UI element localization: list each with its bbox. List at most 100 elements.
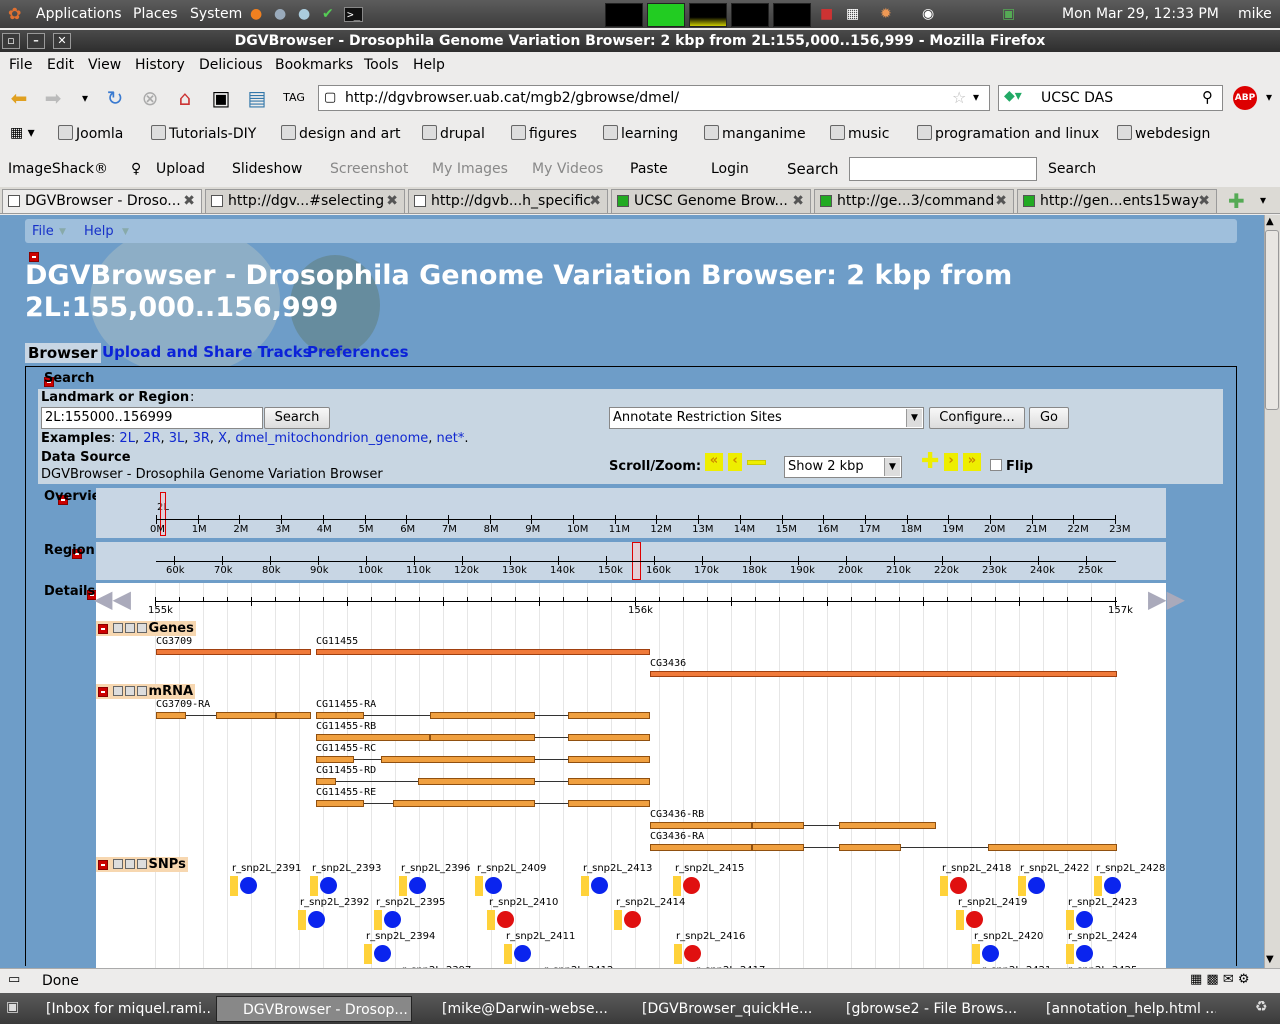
places-menu[interactable]: Places bbox=[133, 6, 178, 22]
bookmark-folder-figures[interactable]: figures bbox=[511, 125, 577, 142]
scroll-left-far-icon[interactable]: « bbox=[705, 453, 723, 471]
mrna-exon[interactable] bbox=[568, 734, 650, 741]
bookmark-folder-music[interactable]: music bbox=[830, 125, 889, 142]
close-tab-icon[interactable]: ✖ bbox=[792, 190, 804, 212]
taskbar-item[interactable]: [gbrowse2 - File Brows... bbox=[820, 996, 1016, 1022]
window-menu-button[interactable]: ▫ bbox=[2, 33, 20, 49]
tab-specific[interactable]: http://dgvb...h_specific ✖ bbox=[408, 189, 608, 213]
snp-marker[interactable] bbox=[684, 945, 701, 962]
adblock-icon[interactable]: ABP bbox=[1233, 86, 1257, 110]
mail-launcher-icon[interactable]: ● bbox=[298, 6, 310, 22]
example-link[interactable]: X bbox=[218, 431, 227, 446]
bookmark-folder-webdesign[interactable]: webdesign bbox=[1117, 125, 1210, 142]
close-tab-icon[interactable]: ✖ bbox=[183, 190, 195, 212]
star-icon[interactable]: ☆ bbox=[952, 88, 966, 107]
go-button[interactable]: Go bbox=[1029, 407, 1069, 429]
search-button[interactable]: Search bbox=[264, 407, 330, 429]
mrna-exon[interactable] bbox=[839, 844, 901, 851]
gene-feature[interactable] bbox=[650, 671, 1117, 677]
show-desktop-icon[interactable]: ▣ bbox=[6, 999, 19, 1015]
close-tab-icon[interactable]: ✖ bbox=[995, 190, 1007, 212]
menu-history[interactable]: History bbox=[135, 57, 185, 73]
minimize-button[interactable]: – bbox=[27, 33, 45, 49]
example-link[interactable]: dmel_mitochondrion_genome bbox=[235, 431, 428, 446]
upload-button[interactable]: Upload bbox=[156, 161, 205, 177]
search-icon[interactable]: ⚲ bbox=[1202, 88, 1213, 106]
zoom-in-icon[interactable]: ✚ bbox=[921, 451, 939, 473]
taskbar-item[interactable]: [mike@Darwin-webse... bbox=[416, 996, 612, 1022]
home-icon[interactable]: ⌂ bbox=[172, 85, 198, 111]
tab-list-icon[interactable]: ▾ bbox=[1260, 193, 1266, 207]
tab-command[interactable]: http://ge...3/command ✖ bbox=[814, 189, 1014, 213]
snp-marker[interactable] bbox=[591, 877, 608, 894]
close-tab-icon[interactable]: ✖ bbox=[589, 190, 601, 212]
menu-delicious[interactable]: Delicious bbox=[199, 57, 263, 73]
scroll-up-icon[interactable]: ▲ bbox=[1266, 216, 1274, 227]
tab-ucsc[interactable]: UCSC Genome Brow... ✖ bbox=[611, 189, 811, 213]
tab-ents15way[interactable]: http://gen...ents15way ✖ bbox=[1017, 189, 1217, 213]
configure-button[interactable]: Configure... bbox=[929, 407, 1025, 429]
tab-dgvbrowser[interactable]: DGVBrowser - Droso... ✖ bbox=[2, 189, 202, 213]
snp-marker[interactable] bbox=[1076, 911, 1093, 928]
back-icon[interactable]: ⬅ bbox=[6, 85, 32, 111]
track-mrna-header[interactable]: mRNA bbox=[96, 684, 196, 699]
tab-preferences[interactable]: Preferences bbox=[307, 343, 409, 361]
mrna-exon[interactable] bbox=[393, 800, 535, 807]
collapse-track-icon[interactable] bbox=[98, 859, 108, 870]
mrna-exon[interactable] bbox=[568, 756, 650, 763]
snp-marker[interactable] bbox=[683, 877, 700, 894]
mrna-exon[interactable] bbox=[568, 712, 650, 719]
close-tab-icon[interactable]: ✖ bbox=[1198, 190, 1210, 212]
stop-icon[interactable]: ⊗ bbox=[137, 85, 163, 111]
example-link[interactable]: 2R bbox=[143, 431, 160, 446]
snp-marker[interactable] bbox=[240, 877, 257, 894]
trash-icon[interactable]: ♻ bbox=[1255, 999, 1268, 1015]
mrna-exon[interactable] bbox=[650, 822, 752, 829]
mrna-exon[interactable] bbox=[276, 712, 311, 719]
share-track-icon[interactable] bbox=[124, 859, 135, 869]
mrna-exon[interactable] bbox=[316, 712, 364, 719]
login-button[interactable]: Login bbox=[711, 161, 749, 177]
search-engine-icon[interactable]: ◆▾ bbox=[1004, 88, 1022, 104]
tab-selecting[interactable]: http://dgv...#selecting ✖ bbox=[205, 189, 405, 213]
mrna-exon[interactable] bbox=[752, 822, 804, 829]
scroll-right-far-icon[interactable]: » bbox=[963, 453, 981, 471]
new-tab-icon[interactable]: ✚ bbox=[1228, 189, 1245, 213]
check-launcher-icon[interactable]: ✔ bbox=[322, 6, 334, 22]
mrna-exon[interactable] bbox=[430, 734, 535, 741]
bookmark-folder-learning[interactable]: learning bbox=[603, 125, 678, 142]
snp-marker[interactable] bbox=[374, 945, 391, 962]
help-track-icon[interactable] bbox=[136, 859, 147, 869]
menu-edit[interactable]: Edit bbox=[47, 57, 74, 73]
slideshow-button[interactable]: Slideshow bbox=[232, 161, 302, 177]
status-addon-icons[interactable]: ▦ ▩ ✉ ⚙ bbox=[1190, 972, 1250, 987]
plugin-select[interactable]: Annotate Restriction Sites bbox=[609, 407, 924, 429]
taskbar-item[interactable]: [annotation_help.html ... bbox=[1020, 996, 1216, 1022]
close-tab-icon[interactable]: ✖ bbox=[386, 190, 398, 212]
mrna-exon[interactable] bbox=[430, 712, 535, 719]
snp-marker[interactable] bbox=[966, 911, 983, 928]
applet-icon[interactable]: ■ bbox=[820, 6, 833, 22]
disk-icon[interactable]: ◉ bbox=[922, 6, 934, 22]
mrna-exon[interactable] bbox=[316, 800, 364, 807]
search-bar[interactable]: UCSC DAS bbox=[998, 85, 1223, 111]
snp-marker[interactable] bbox=[409, 877, 426, 894]
history-dropdown-icon[interactable]: ▾ bbox=[72, 85, 98, 111]
close-window-button[interactable]: ✕ bbox=[53, 33, 71, 49]
my-images-button[interactable]: My Images bbox=[432, 161, 508, 177]
track-snps-header[interactable]: SNPs bbox=[96, 857, 188, 872]
snp-marker[interactable] bbox=[1076, 945, 1093, 962]
taskbar-item[interactable]: [DGVBrowser_quickHe... bbox=[616, 996, 812, 1022]
reload-icon[interactable]: ↻ bbox=[102, 85, 128, 111]
scroll-right-icon[interactable]: › bbox=[944, 453, 958, 471]
close-track-icon[interactable] bbox=[112, 623, 123, 633]
bookmark-folder-tutorials[interactable]: Tutorials-DIY bbox=[151, 125, 256, 142]
network-icon[interactable]: ▣ bbox=[1002, 6, 1015, 22]
mrna-exon[interactable] bbox=[316, 778, 336, 785]
help-track-icon[interactable] bbox=[136, 623, 147, 633]
mrna-exon[interactable] bbox=[216, 712, 276, 719]
thunderbird-launcher-icon[interactable]: ● bbox=[274, 6, 286, 22]
mrna-exon[interactable] bbox=[839, 822, 936, 829]
menu-tools[interactable]: Tools bbox=[364, 57, 399, 73]
mrna-exon[interactable] bbox=[568, 800, 650, 807]
